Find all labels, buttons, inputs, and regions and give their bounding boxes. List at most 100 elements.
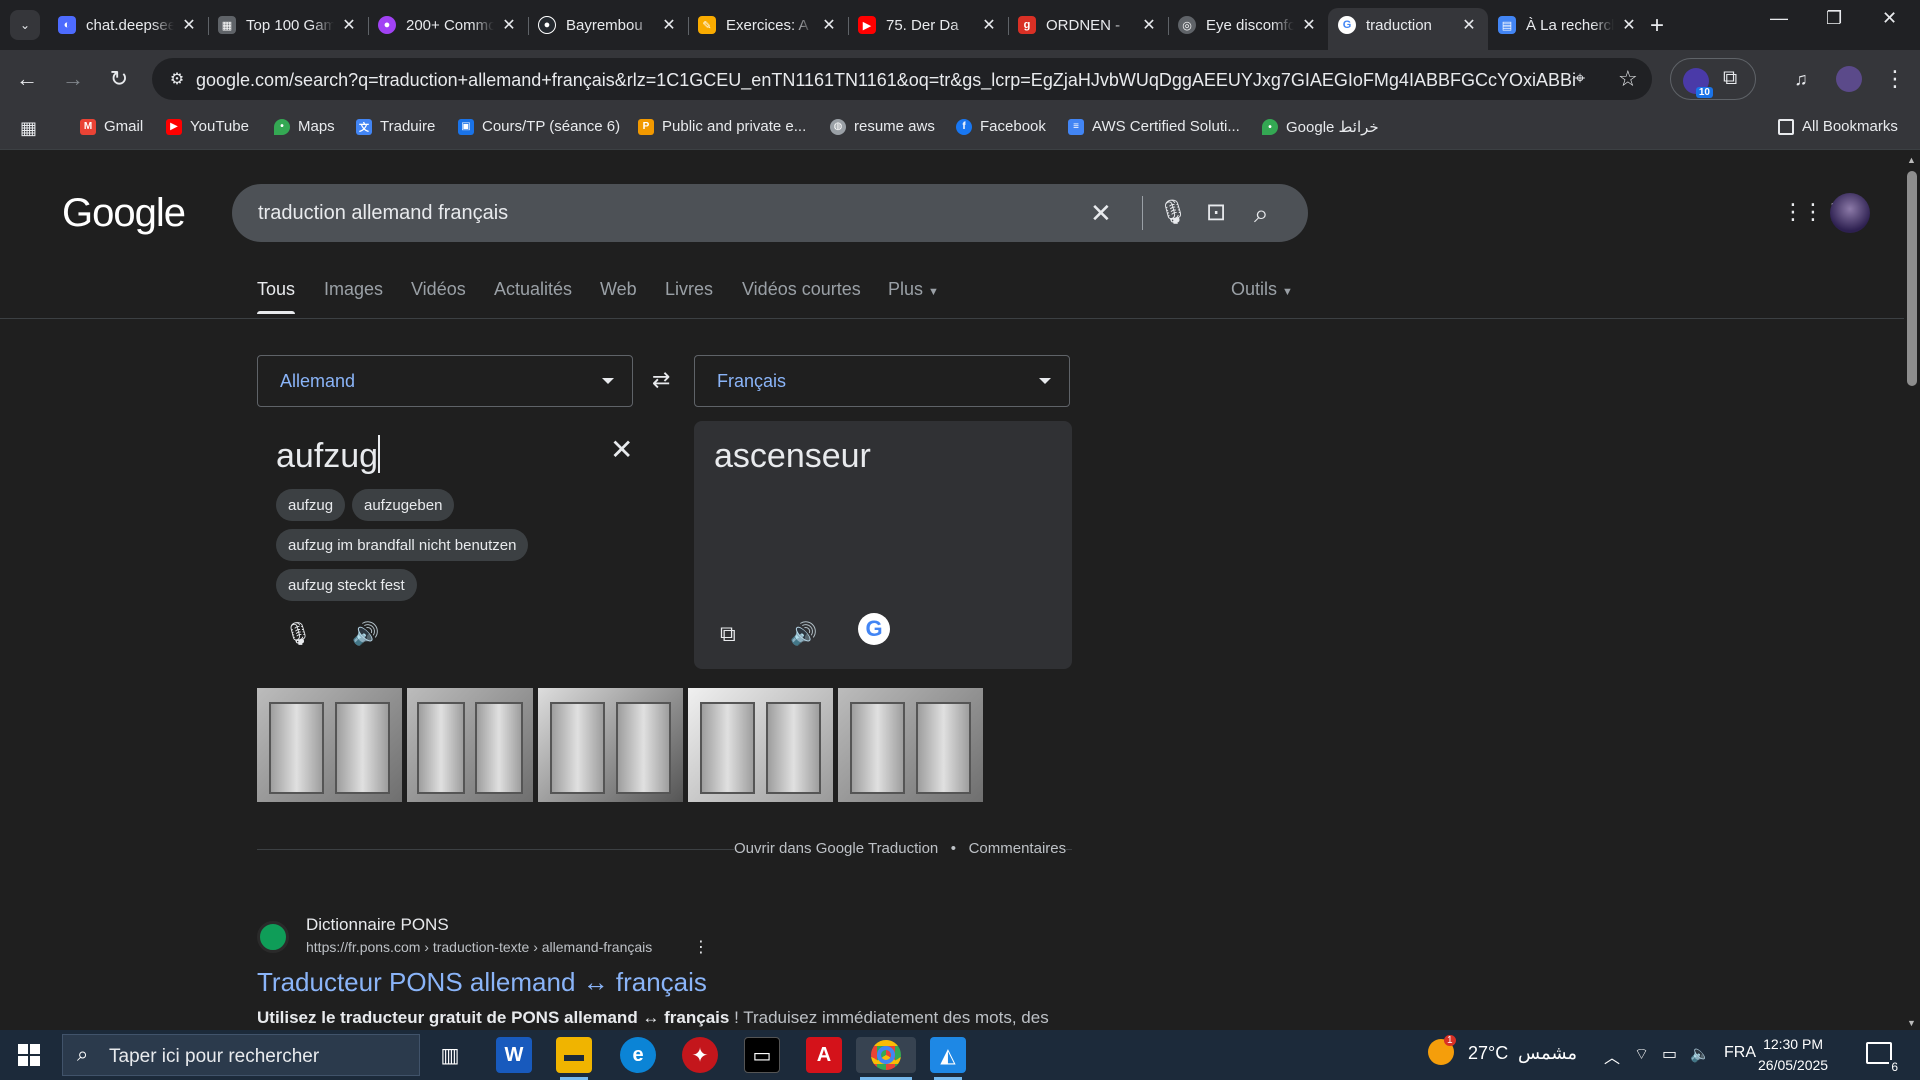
bookmark-facebook[interactable]: f Facebook (956, 118, 1046, 135)
suggestion-chip[interactable]: aufzug im brandfall nicht benutzen (276, 529, 529, 561)
browser-tab[interactable]: ▦ Top 100 Games ✕ (208, 8, 368, 42)
bookmark-public[interactable]: P Public and private e... (638, 118, 806, 135)
chrome-icon[interactable] (856, 1037, 916, 1080)
battery-icon[interactable]: ▭ (1662, 1044, 1677, 1064)
input-language[interactable]: FRA (1724, 1044, 1756, 1062)
location-icon[interactable]: ⌖ (1575, 68, 1585, 89)
weather-icon[interactable]: 1 (1428, 1035, 1456, 1070)
microphone-icon[interactable]: 🎙 (284, 621, 312, 647)
weather-desc[interactable]: مشمس (1518, 1043, 1577, 1064)
close-tab-icon[interactable]: ✕ (180, 15, 198, 35)
tools-button[interactable]: Outils ▼ (1231, 279, 1293, 300)
scroll-up-icon[interactable]: ▲ (1907, 155, 1916, 165)
elevator-image[interactable] (838, 688, 983, 802)
tab-videos-courtes[interactable]: Vidéos courtes (742, 279, 861, 300)
reload-icon[interactable]: ↻ (104, 64, 134, 94)
elevator-image[interactable] (407, 688, 533, 802)
bookmark-cours[interactable]: ▣ Cours/TP (séance 6) (458, 118, 620, 135)
terminal-icon[interactable]: ▭ (744, 1037, 780, 1073)
scroll-down-icon[interactable]: ▼ (1907, 1018, 1916, 1028)
edge-icon[interactable]: e (620, 1037, 656, 1073)
account-avatar[interactable] (1830, 193, 1870, 233)
bookmark-aws[interactable]: ≡ AWS Certified Soluti... (1068, 118, 1240, 135)
browser-tab-active[interactable]: Gtraduction ✕ (1328, 8, 1488, 50)
more-options-icon[interactable]: ⋮ (693, 937, 709, 957)
task-view-icon[interactable]: ▥ (432, 1037, 468, 1073)
close-tab-icon[interactable]: ✕ (1140, 15, 1158, 35)
photos-icon[interactable]: ◭ (930, 1037, 966, 1080)
word-icon[interactable]: W (496, 1037, 532, 1073)
microphone-icon[interactable]: 🎙 (1158, 198, 1188, 227)
elevator-image[interactable] (538, 688, 683, 802)
bookmark-resume-aws[interactable]: ◍ resume aws (830, 118, 935, 135)
search-icon[interactable]: ⌕ (1254, 198, 1269, 230)
browser-tab[interactable]: ▤ À La recherche ✕ (1488, 8, 1648, 42)
tab-livres[interactable]: Livres (665, 279, 713, 300)
browser-tab[interactable]: ✎ Exercices: A ✕ (688, 8, 848, 42)
browser-tab[interactable]: ◐ chat.deepseek ✕ (48, 8, 208, 42)
suggestion-chip[interactable]: aufzug steckt fest (276, 569, 417, 601)
feedback-link[interactable]: Commentaires (969, 840, 1067, 857)
browser-tab[interactable]: ● 200+ Common ✕ (368, 8, 528, 42)
extension-icon[interactable]: 10 (1683, 68, 1713, 98)
tab-videos[interactable]: Vidéos (411, 279, 466, 300)
tab-tous[interactable]: Tous (257, 279, 296, 314)
result-url[interactable]: https://fr.pons.com › traduction-texte ›… (306, 939, 652, 955)
close-tab-icon[interactable]: ✕ (1300, 15, 1318, 35)
puzzle-icon[interactable]: ⧉ (1723, 67, 1737, 90)
restore-icon[interactable]: ❐ (1826, 8, 1842, 29)
clear-source-icon[interactable]: ✕ (610, 433, 633, 466)
site-info-icon[interactable]: ⚙ (162, 64, 192, 94)
google-logo[interactable]: Google (62, 191, 186, 236)
browser-tab[interactable]: ◎ Eye discomfort ✕ (1168, 8, 1328, 42)
tab-plus[interactable]: Plus ▼ (888, 279, 939, 300)
browser-tab[interactable]: g ORDNEN - ✕ (1008, 8, 1168, 42)
lens-icon[interactable]: ⊡ (1206, 198, 1226, 227)
windows-start-icon[interactable] (18, 1044, 40, 1066)
menu-icon[interactable]: ⋮ (1880, 64, 1910, 94)
close-tab-icon[interactable]: ✕ (340, 15, 358, 35)
close-tab-icon[interactable]: ✕ (980, 15, 998, 35)
notifications-icon[interactable]: 6 (1866, 1042, 1900, 1074)
weather-temp[interactable]: 27°C (1468, 1043, 1508, 1064)
suggestion-chip[interactable]: aufzug (276, 489, 346, 521)
close-tab-icon[interactable]: ✕ (1620, 15, 1638, 35)
browser-tab[interactable]: ● Bayrembou ✕ (528, 8, 688, 42)
system-clock[interactable]: 12:30 PM 26/05/2025 (1758, 1034, 1828, 1076)
network-icon[interactable]: ⌔ (1634, 1044, 1649, 1064)
address-bar[interactable]: ⚙ google.com/search?q=traduction+alleman… (152, 58, 1652, 100)
bookmark-google-maps[interactable]: • Google خرائط (1262, 118, 1379, 136)
bookmark-traduire[interactable]: 文 Traduire (356, 118, 435, 135)
file-explorer-icon[interactable]: ▬ (556, 1037, 592, 1080)
app-icon[interactable]: ✦ (682, 1037, 718, 1073)
suggestion-chip[interactable]: aufzugeben (352, 489, 455, 521)
bookmark-star-icon[interactable]: ☆ (1618, 66, 1638, 92)
tab-images[interactable]: Images (324, 279, 383, 300)
url-text[interactable]: google.com/search?q=traduction+allemand+… (196, 70, 1576, 91)
profile-avatar-icon[interactable] (1834, 64, 1864, 94)
target-language-select[interactable]: Français (694, 355, 1070, 407)
close-tab-icon[interactable]: ✕ (660, 15, 678, 35)
tab-web[interactable]: Web (600, 279, 637, 300)
search-box[interactable]: traduction allemand français ✕ 🎙 ⊡ ⌕ (232, 184, 1308, 242)
all-bookmarks-button[interactable]: All Bookmarks (1778, 118, 1898, 135)
elevator-image[interactable] (257, 688, 402, 802)
scrollbar-thumb[interactable] (1907, 171, 1917, 386)
tab-actualites[interactable]: Actualités (494, 279, 572, 300)
close-window-icon[interactable]: ✕ (1882, 8, 1897, 29)
close-tab-icon[interactable]: ✕ (1460, 15, 1478, 35)
open-in-translate-link[interactable]: Ouvrir dans Google Traduction (734, 840, 938, 857)
google-icon[interactable]: G (858, 613, 890, 645)
speaker-icon[interactable]: 🔊 (352, 621, 379, 647)
close-tab-icon[interactable]: ✕ (820, 15, 838, 35)
apps-grid-icon[interactable]: ▦ (20, 118, 37, 139)
minimize-icon[interactable]: — (1770, 8, 1788, 29)
forward-icon[interactable]: → (58, 64, 88, 94)
search-input[interactable]: traduction allemand français (258, 202, 508, 225)
source-text-input[interactable]: aufzug (276, 435, 381, 476)
source-language-select[interactable]: Allemand (257, 355, 633, 407)
elevator-image[interactable] (688, 688, 833, 802)
taskbar-search[interactable]: ⌕ Taper ici pour rechercher (62, 1034, 420, 1076)
tab-search-button[interactable]: ⌄ (10, 10, 40, 40)
show-hidden-icons[interactable]: ︿ (1604, 1044, 1620, 1068)
